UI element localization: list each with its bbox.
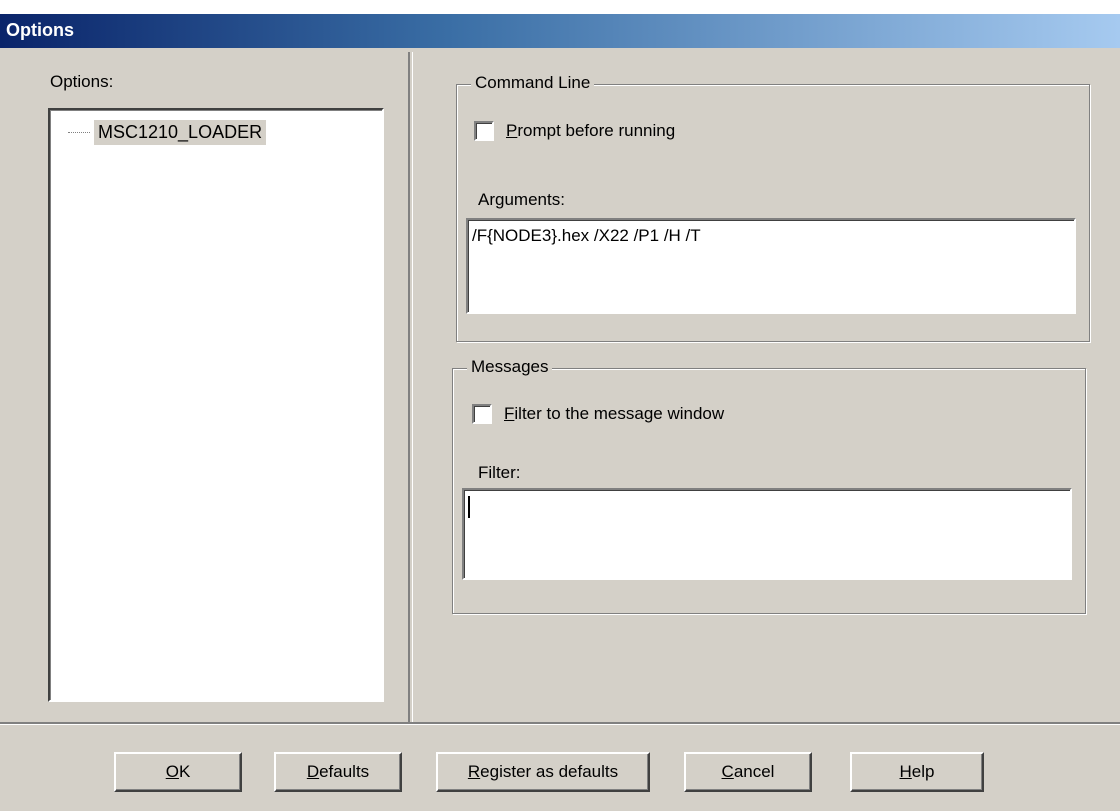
title-bar[interactable]: Options <box>0 14 1120 48</box>
help-button[interactable]: Help <box>850 752 984 792</box>
checkbox-box[interactable] <box>474 121 494 141</box>
prompt-before-running-label: Prompt before running <box>506 121 676 140</box>
register-as-defaults-button[interactable]: Register as defaults <box>436 752 650 792</box>
tree-connector <box>68 132 90 133</box>
options-tree[interactable]: MSC1210_LOADER <box>48 108 384 702</box>
arguments-input[interactable]: /F{NODE3}.hex /X22 /P1 /H /T <box>466 218 1076 314</box>
ok-button[interactable]: OK <box>114 752 242 792</box>
defaults-button[interactable]: Defaults <box>274 752 402 792</box>
window-title: Options <box>6 20 74 40</box>
command-line-legend: Command Line <box>471 73 595 93</box>
arguments-value: /F{NODE3}.hex /X22 /P1 /H /T <box>472 226 701 245</box>
prompt-before-running-checkbox[interactable]: Prompt before running <box>474 121 675 141</box>
messages-legend: Messages <box>467 357 553 377</box>
checkbox-box[interactable] <box>472 404 492 424</box>
text-caret <box>468 496 470 518</box>
arguments-label: Arguments: <box>478 190 565 209</box>
tree-item-msc1210-loader[interactable]: MSC1210_LOADER <box>68 120 267 145</box>
cancel-button[interactable]: Cancel <box>684 752 812 792</box>
tree-item-label: MSC1210_LOADER <box>94 120 267 145</box>
filter-label: Filter: <box>478 463 521 482</box>
window-top-edge <box>0 0 1120 14</box>
filter-message-window-label: Filter to the message window <box>504 404 725 423</box>
filter-message-window-checkbox[interactable]: Filter to the message window <box>472 404 724 424</box>
options-label: Options: <box>50 72 114 91</box>
filter-input[interactable] <box>462 488 1072 580</box>
